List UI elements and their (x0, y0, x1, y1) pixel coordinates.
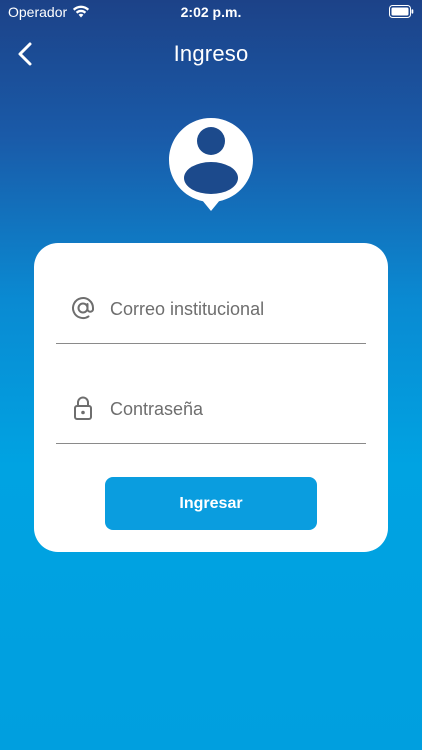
status-time: 2:02 p.m. (180, 4, 242, 20)
login-card: Ingresar (34, 243, 388, 552)
page-title: Ingreso (173, 41, 249, 66)
status-bar: Operador 2:02 p.m. (0, 0, 422, 24)
login-screen: Operador 2:02 p.m. Ingreso Correo instit… (0, 0, 422, 750)
email-field (56, 291, 366, 344)
user-avatar-icon (166, 116, 256, 212)
login-button[interactable]: Ingresar (105, 477, 317, 530)
email-input[interactable] (110, 291, 360, 327)
at-sign-icon (70, 295, 96, 321)
lock-icon (70, 395, 96, 421)
password-input[interactable] (110, 391, 360, 427)
password-field (56, 391, 366, 444)
battery-icon (389, 5, 414, 18)
